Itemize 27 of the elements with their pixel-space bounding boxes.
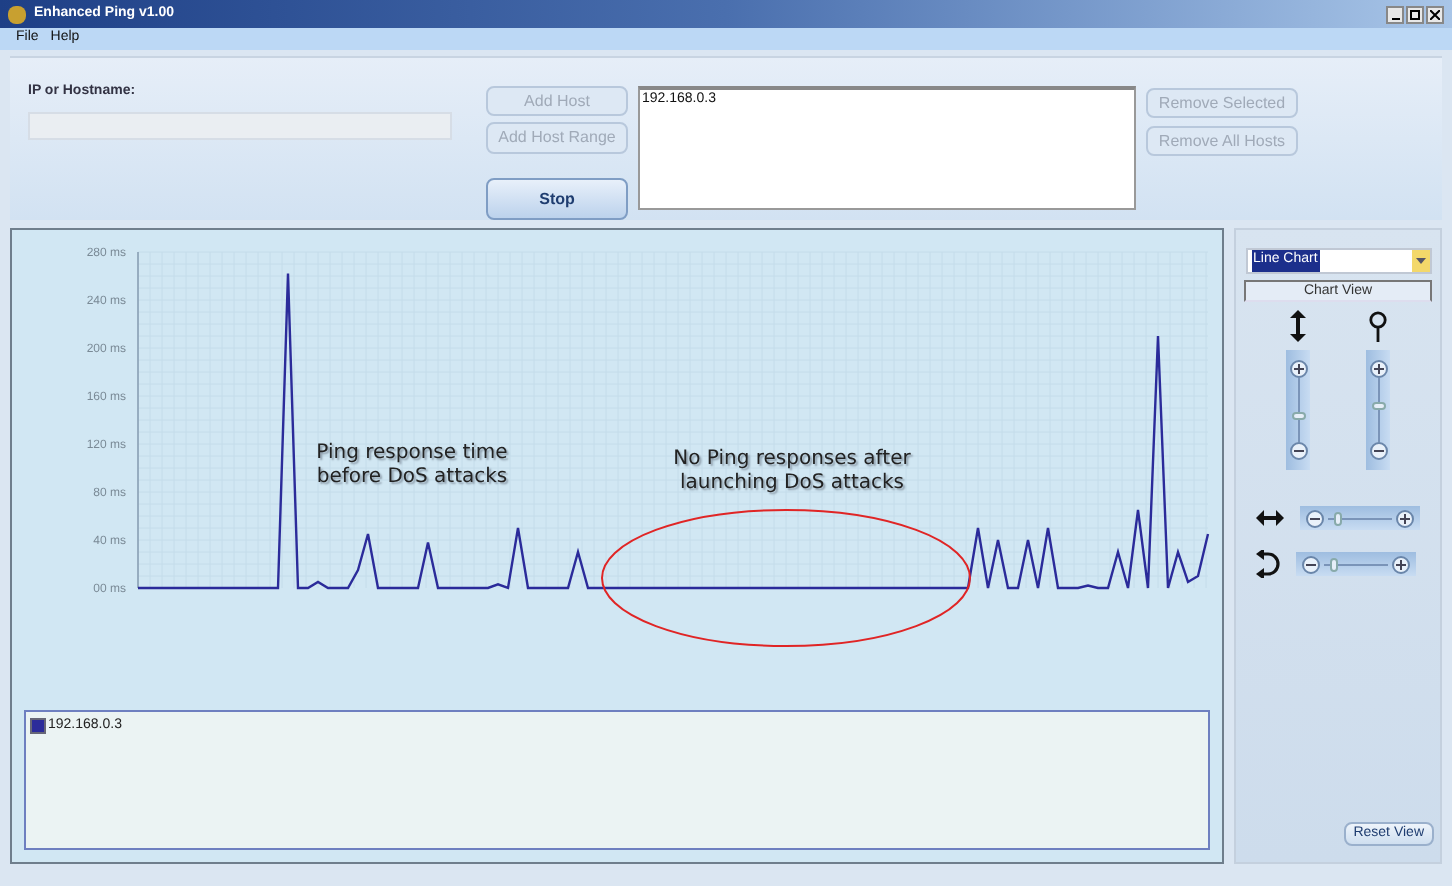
close-button[interactable]: [1426, 5, 1444, 23]
minus-icon[interactable]: [1289, 442, 1307, 460]
annotation-text: No Ping responses after launching DoS attacks: [671, 448, 913, 496]
plus-icon[interactable]: [1289, 360, 1307, 378]
vertical-slider[interactable]: [1366, 350, 1390, 470]
slider-thumb[interactable]: [1333, 511, 1342, 525]
app-icon: [8, 5, 26, 23]
minimize-button[interactable]: [1386, 5, 1404, 23]
plus-icon[interactable]: [1392, 555, 1410, 573]
horizontal-slider[interactable]: [1296, 552, 1416, 576]
slider-thumb[interactable]: [1329, 557, 1338, 571]
slider-thumb[interactable]: [1371, 402, 1385, 411]
minus-icon[interactable]: [1306, 509, 1324, 527]
rotate-icon: [1256, 550, 1280, 578]
vertical-slider[interactable]: [1286, 350, 1310, 470]
annotation-text: Ping response time before DoS attacks: [314, 442, 510, 490]
plus-icon[interactable]: [1369, 360, 1387, 378]
slider-thumb[interactable]: [1291, 412, 1305, 421]
stop-button[interactable]: Stop: [486, 178, 628, 220]
vertical-arrows-icon: [1290, 310, 1306, 342]
magnifier-icon: [1368, 310, 1388, 342]
horizontal-slider[interactable]: [1300, 506, 1420, 530]
maximize-button[interactable]: [1406, 5, 1424, 23]
plus-icon[interactable]: [1396, 509, 1414, 527]
minus-icon[interactable]: [1369, 442, 1387, 460]
minus-icon[interactable]: [1302, 555, 1320, 573]
horizontal-arrows-icon: [1256, 510, 1284, 526]
